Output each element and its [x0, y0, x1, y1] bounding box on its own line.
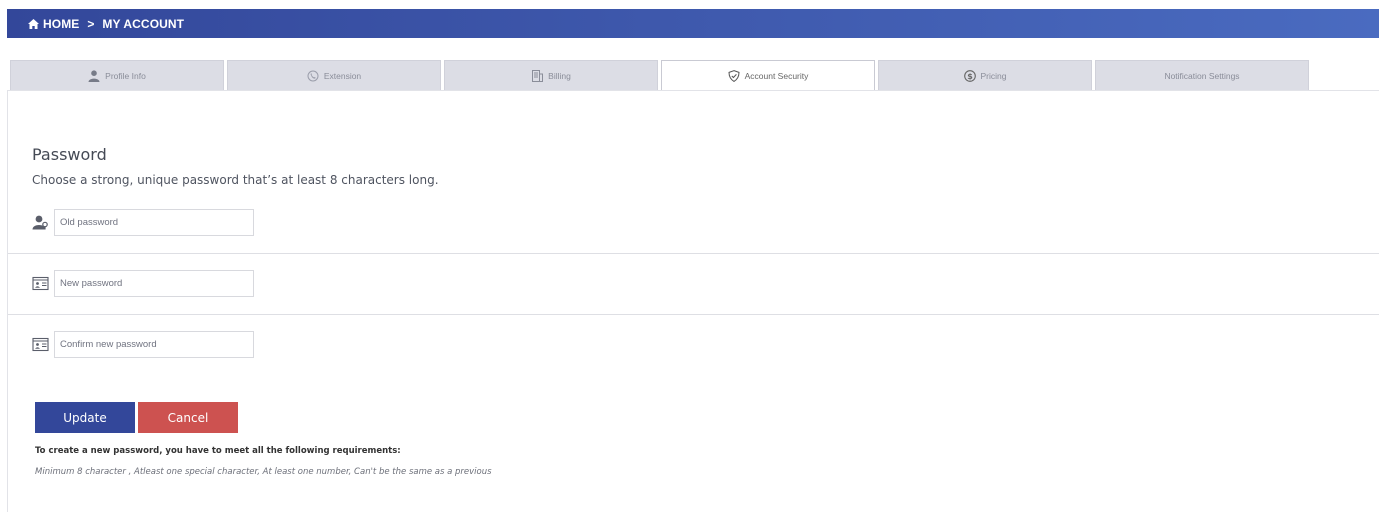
- cancel-button[interactable]: Cancel: [138, 402, 238, 433]
- tab-extension[interactable]: Extension: [227, 60, 441, 91]
- tab-label: Profile Info: [105, 71, 146, 81]
- breadcrumb: HOME > MY ACCOUNT: [7, 9, 1379, 38]
- confirm-password-input[interactable]: [54, 331, 254, 358]
- id-card-icon: [32, 337, 49, 352]
- home-icon: [28, 18, 39, 29]
- old-password-row: [32, 209, 254, 236]
- tab-label: Notification Settings: [1164, 71, 1240, 81]
- shield-check-icon: [728, 69, 740, 82]
- user-key-icon: [32, 215, 48, 230]
- tab-label: Pricing: [980, 71, 1007, 81]
- phone-globe-icon: [307, 70, 319, 82]
- tab-billing[interactable]: Billing: [444, 60, 658, 91]
- divider: [8, 253, 1379, 254]
- tab-account-security[interactable]: Account Security: [661, 60, 875, 91]
- confirm-password-row: [32, 331, 254, 358]
- tab-pricing[interactable]: $ Pricing: [878, 60, 1092, 91]
- requirements-title: To create a new password, you have to me…: [35, 446, 401, 456]
- breadcrumb-home-link[interactable]: HOME: [43, 17, 79, 31]
- breadcrumb-separator: >: [87, 16, 95, 31]
- tab-notification-settings[interactable]: Notification Settings: [1095, 60, 1309, 91]
- id-card-icon: [32, 276, 49, 291]
- invoice-icon: [532, 70, 544, 82]
- tab-label: Billing: [548, 71, 571, 81]
- new-password-input[interactable]: [54, 270, 254, 297]
- tab-label: Extension: [323, 71, 362, 81]
- new-password-row: [32, 270, 254, 297]
- breadcrumb-current: MY ACCOUNT: [102, 16, 185, 31]
- divider: [8, 314, 1379, 315]
- section-title: Password: [32, 145, 107, 164]
- requirements-list: Minimum 8 character , Atleast one specia…: [35, 467, 492, 477]
- old-password-input[interactable]: [54, 209, 254, 236]
- tab-profile-info[interactable]: Profile Info: [10, 60, 224, 91]
- dollar-circle-icon: $: [963, 70, 976, 82]
- section-description: Choose a strong, unique password that’s …: [32, 173, 439, 187]
- update-button[interactable]: Update: [35, 402, 135, 433]
- account-tabs: Profile Info Extension Billing Account S…: [10, 60, 1312, 91]
- svg-text:$: $: [967, 72, 973, 81]
- tab-label: Account Security: [744, 70, 809, 81]
- user-icon: [88, 70, 100, 82]
